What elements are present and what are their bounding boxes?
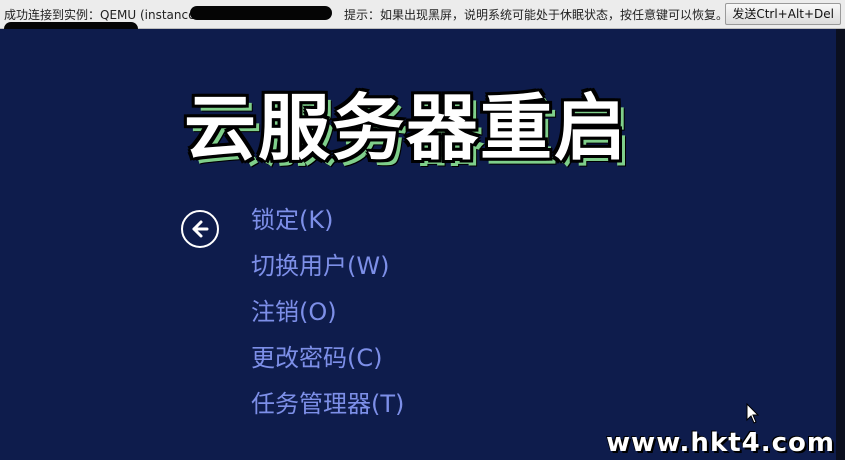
security-options-menu: 锁定(K) 切换用户(W) 注销(O) 更改密码(C) 任务管理器(T) <box>251 200 404 430</box>
page-title: 云服务器重启 <box>184 86 629 170</box>
option-task-manager[interactable]: 任务管理器(T) <box>251 384 404 430</box>
mouse-cursor-icon <box>746 403 760 424</box>
back-arrow-icon <box>192 220 209 238</box>
option-switch-user[interactable]: 切换用户(W) <box>251 246 404 292</box>
redacted-instance-id <box>190 6 332 20</box>
option-change-password[interactable]: 更改密码(C) <box>251 338 404 384</box>
watermark: www.hkt4.com <box>606 428 835 458</box>
option-sign-out[interactable]: 注销(O) <box>251 292 404 338</box>
blackscreen-hint: 提示：如果出现黑屏，说明系统可能处于休眠状态，按任意键可以恢复。 <box>344 8 729 22</box>
console-toolbar: 成功连接到实例：QEMU (instance 提示：如果出现黑屏，说明系统可能处… <box>0 0 845 36</box>
option-lock[interactable]: 锁定(K) <box>251 200 404 246</box>
back-button[interactable] <box>181 210 219 248</box>
connection-status: 成功连接到实例：QEMU (instance <box>4 8 196 22</box>
screen-edge <box>836 29 845 460</box>
send-ctrl-alt-del-button[interactable]: 发送Ctrl+Alt+Del <box>725 3 841 25</box>
